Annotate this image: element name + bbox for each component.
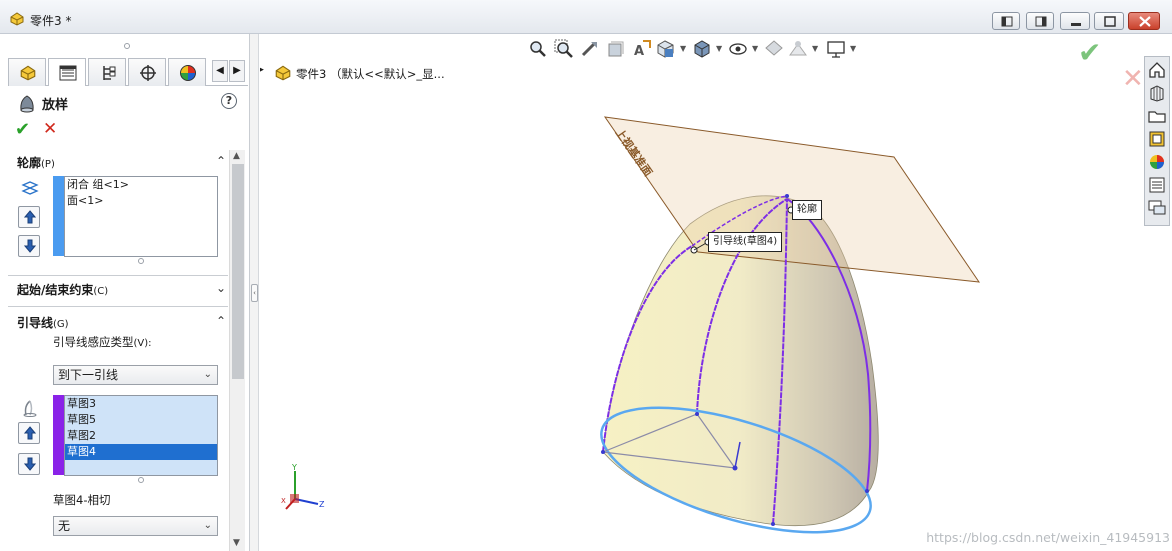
triad-x-label: X	[281, 497, 286, 505]
model-canvas[interactable]: 上视基准面 Y Z X	[260, 34, 1172, 551]
arrow-down-icon	[24, 457, 36, 471]
tangency-label: 草图4-相切	[53, 493, 111, 507]
minimize-icon	[1071, 23, 1081, 26]
guide-influence-select[interactable]: 到下一引线 ⌄	[53, 365, 218, 385]
guide-move-up-button[interactable]	[18, 422, 40, 444]
maximize-button[interactable]	[1094, 12, 1124, 30]
arrow-down-icon	[24, 239, 36, 253]
scroll-down-icon[interactable]: ▼	[233, 538, 240, 548]
minimize-button[interactable]	[1060, 12, 1090, 30]
chevron-down-icon: ⌄	[203, 520, 212, 531]
profile-move-down-button[interactable]	[18, 235, 40, 257]
triad-y-label: Y	[291, 463, 297, 472]
profile-callout[interactable]: 轮廓	[792, 200, 822, 220]
tile-left-button[interactable]	[992, 12, 1020, 30]
part-tab-icon	[20, 65, 36, 81]
guide-curve-icon	[23, 400, 37, 417]
guides-section-header[interactable]: 引导线(G) ⌃	[8, 310, 228, 334]
color-wheel-icon	[180, 65, 196, 81]
panel-grip[interactable]	[124, 43, 130, 49]
splitter-handle[interactable]: ‹	[251, 284, 258, 302]
profile-section-title: 轮廓(P)	[17, 156, 55, 170]
tab-configuration-manager[interactable]	[88, 58, 126, 86]
cancel-button[interactable]: ✕	[43, 119, 57, 139]
crosshair-icon	[140, 65, 156, 81]
panel-scrollbar[interactable]: ▲ ▼	[229, 150, 245, 551]
list-resize-grip[interactable]	[138, 258, 144, 264]
chevron-down-icon: ⌄	[203, 369, 212, 380]
guide-influence-value: 到下一引线	[58, 368, 119, 382]
guide-influence-label: 引导线感应类型(V):	[53, 335, 152, 349]
arrow-up-icon	[24, 210, 36, 224]
close-button[interactable]	[1128, 12, 1160, 30]
scroll-up-icon[interactable]: ▲	[233, 151, 240, 161]
maximize-icon	[1104, 16, 1116, 27]
tangency-select[interactable]: 无 ⌄	[53, 516, 218, 536]
list-item[interactable]: 草图3	[65, 396, 217, 412]
tab-scroll-left-button[interactable]: ◀	[212, 60, 228, 82]
tile-right-button[interactable]	[1026, 12, 1054, 30]
triad-z-label: Z	[319, 500, 325, 509]
guides-section-title: 引导线(G)	[17, 316, 69, 330]
tile-right-icon	[1035, 16, 1047, 27]
section-divider	[8, 306, 228, 307]
tab-display-manager[interactable]	[168, 58, 206, 86]
tab-dimxpert-manager[interactable]	[128, 58, 166, 86]
list-resize-grip[interactable]	[138, 477, 144, 483]
manager-tabs: ◀ ▶	[8, 58, 248, 86]
title-bar: 零件3 *	[0, 0, 1172, 34]
list-item-selected[interactable]: 草图4	[65, 444, 217, 460]
guide-color-bar	[53, 395, 64, 475]
feature-title-label: 放样	[42, 98, 69, 113]
ok-button[interactable]: ✔	[15, 119, 30, 140]
loft-icon	[20, 95, 34, 113]
property-manager-panel: ◀ ▶ 放样 ? ✔ ✕ 轮廓(P) ⌃ 闭合 组<1> 面<1> 起始/结束约…	[0, 34, 250, 551]
arrow-up-icon	[24, 426, 36, 440]
panel-splitter[interactable]: ‹	[250, 34, 259, 551]
list-item[interactable]: 面<1>	[65, 193, 217, 209]
part-icon	[10, 12, 24, 26]
tangency-value: 无	[58, 519, 71, 533]
start-end-section-title: 起始/结束约束(C)	[17, 283, 109, 297]
profile-list[interactable]: 闭合 组<1> 面<1>	[64, 176, 218, 257]
chevron-down-icon: ⌄	[215, 281, 226, 295]
guide-curves-list[interactable]: 草图3 草图5 草图2 草图4	[64, 395, 218, 476]
guide-callout[interactable]: 引导线(草图4)	[708, 232, 783, 252]
list-item[interactable]: 闭合 组<1>	[65, 177, 217, 193]
profile-move-up-button[interactable]	[18, 206, 40, 228]
profile-selection-icon	[21, 181, 39, 195]
start-end-section-header[interactable]: 起始/结束约束(C) ⌄	[8, 277, 228, 301]
profile-color-bar	[53, 176, 64, 256]
tab-scroll-right-button[interactable]: ▶	[229, 60, 245, 82]
coordinate-triad: Y Z X	[281, 463, 325, 510]
list-item[interactable]: 草图5	[65, 412, 217, 428]
tile-left-icon	[1001, 16, 1013, 27]
chevron-up-icon: ⌃	[215, 314, 226, 328]
tab-property-manager[interactable]	[48, 58, 86, 86]
configuration-icon	[103, 66, 116, 80]
list-item[interactable]: 草图2	[65, 428, 217, 444]
graphics-area[interactable]: A ▼ ▼ ▼ ▼ ▼ ▶ 零件3 （默认<<默认>_显... ✔ ✕ 上视基准…	[260, 34, 1172, 551]
section-divider	[8, 275, 228, 276]
profile-section-header[interactable]: 轮廓(P) ⌃	[8, 150, 228, 174]
guide-move-down-button[interactable]	[18, 453, 40, 475]
property-list-icon	[59, 65, 77, 81]
help-icon[interactable]: ?	[221, 93, 237, 109]
scrollbar-thumb[interactable]	[232, 164, 244, 379]
tab-feature-manager[interactable]	[8, 58, 46, 86]
close-icon	[1139, 16, 1151, 27]
watermark: https://blog.csdn.net/weixin_41945913	[926, 530, 1170, 545]
window-title: 零件3 *	[30, 14, 72, 28]
chevron-up-icon: ⌃	[215, 154, 226, 168]
